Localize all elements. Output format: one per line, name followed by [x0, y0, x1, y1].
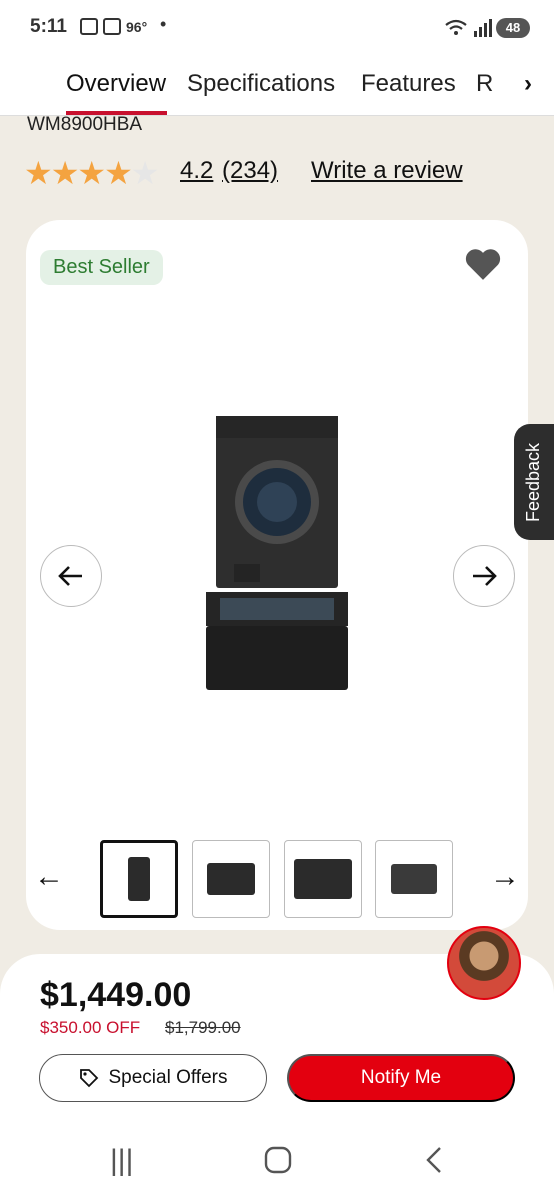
mail-icon [103, 18, 121, 35]
tab-features[interactable]: Features [361, 70, 456, 98]
recents-icon[interactable]: ||| [110, 1144, 133, 1178]
thumbnail-3[interactable] [284, 840, 362, 918]
arrow-right-icon [473, 566, 497, 586]
thumbnail-2[interactable] [192, 840, 270, 918]
signal-icon [445, 19, 492, 37]
gallery-prev-button[interactable] [40, 545, 102, 607]
feedback-tab[interactable]: Feedback [514, 424, 554, 540]
original-price: $1,799.00 [165, 1018, 241, 1037]
current-price: $1,449.00 [40, 976, 192, 1014]
thumbnail-image [128, 857, 150, 901]
thumbnails-next-arrow-icon[interactable]: → [490, 860, 520, 894]
review-count[interactable]: (234) [222, 157, 278, 185]
special-offers-label: Special Offers [108, 1067, 228, 1088]
best-seller-badge: Best Seller [40, 250, 163, 285]
feedback-label: Feedback [523, 442, 544, 522]
tab-reviews[interactable]: R [476, 70, 493, 98]
star-empty-icon: ★ [130, 155, 160, 191]
thumbnail-image [207, 863, 255, 895]
write-review-link[interactable]: Write a review [311, 157, 463, 185]
star-icon: ★ [50, 155, 80, 191]
thumbnail-1[interactable] [100, 840, 178, 918]
thumbnail-4[interactable] [375, 840, 453, 918]
thumbnail-image [294, 859, 352, 899]
notification-dot-icon: • [160, 14, 167, 34]
status-temperature: 96° [126, 19, 148, 35]
star-icon: ★ [104, 155, 133, 191]
home-icon[interactable] [264, 1146, 292, 1174]
model-number: WM8900HBA [27, 114, 143, 132]
tag-icon [79, 1069, 98, 1088]
chevron-right-icon[interactable]: › [524, 70, 532, 98]
tab-overview[interactable]: Overview [66, 70, 166, 98]
heart-icon[interactable] [464, 246, 502, 282]
star-icon: ★ [24, 155, 53, 191]
section-tabs: Overview Specifications Features R › [0, 56, 554, 116]
status-time: 5:11 [30, 16, 67, 37]
thumbnails-prev-arrow-icon[interactable]: ← [34, 860, 64, 894]
rating-value[interactable]: 4.2 [180, 157, 213, 185]
arrow-left-icon [58, 566, 82, 586]
status-bar: 5:11 96° • 48 [0, 0, 554, 56]
system-nav-bar: ||| [0, 1122, 554, 1200]
star-rating: ★★★★★ [24, 154, 160, 192]
star-icon: ★ [77, 155, 106, 191]
discount-amount: $350.00 OFF [40, 1018, 141, 1037]
product-image [206, 416, 348, 690]
product-gallery-card: Best Seller ← → [26, 220, 528, 930]
chat-assistant-avatar[interactable] [447, 926, 521, 1000]
battery-indicator: 48 [496, 18, 530, 38]
gallery-next-button[interactable] [453, 545, 515, 607]
notify-me-button[interactable]: Notify Me [287, 1054, 515, 1102]
special-offers-button[interactable]: Special Offers [39, 1054, 267, 1102]
thumbnail-image [391, 864, 437, 894]
tab-specifications[interactable]: Specifications [187, 70, 335, 98]
back-icon[interactable] [424, 1146, 444, 1174]
screenshot-icon [80, 18, 98, 35]
